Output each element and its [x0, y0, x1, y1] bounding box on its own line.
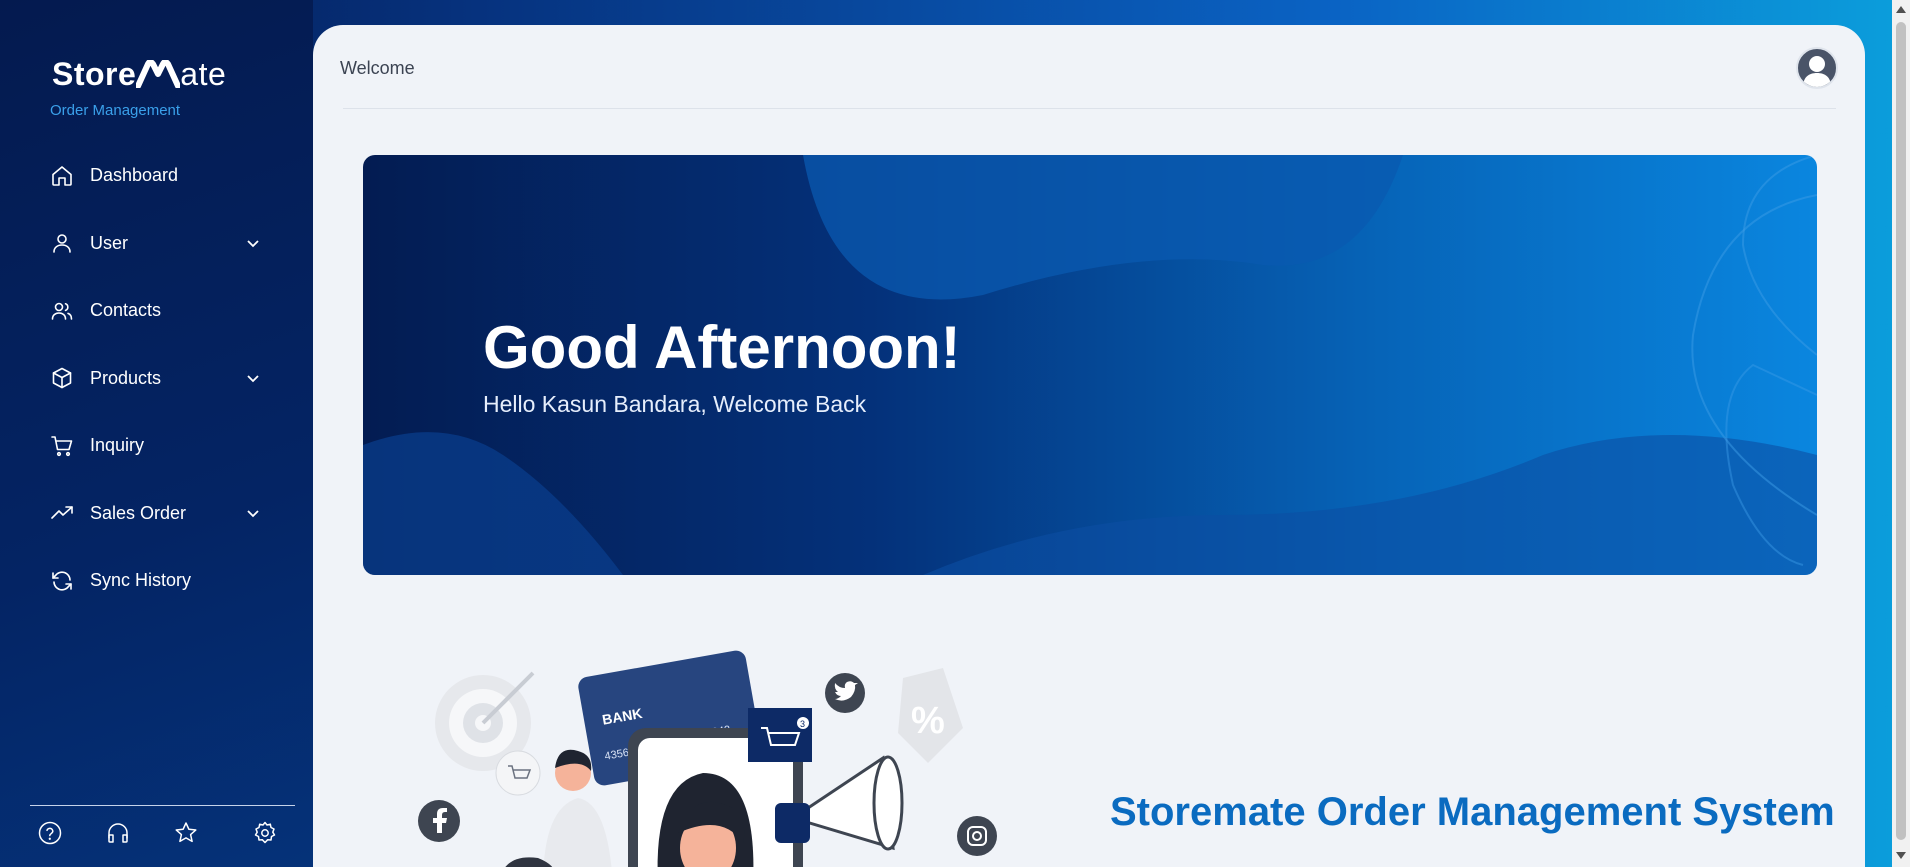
sidebar-item-label: User	[90, 232, 129, 253]
sidebar-item-user[interactable]: User	[0, 210, 313, 278]
app-logo[interactable]: Store ate	[52, 56, 226, 93]
small-cart-bubble-icon	[495, 750, 541, 796]
cart-icon	[50, 434, 74, 458]
scroll-up-arrow-icon[interactable]	[1896, 6, 1906, 13]
sidebar-item-label: Products	[90, 367, 162, 388]
chevron-down-icon[interactable]	[244, 504, 262, 522]
logo-text-bold: Store	[52, 56, 137, 92]
greeting-title: Good Afternoon!	[483, 314, 961, 381]
home-icon	[50, 164, 74, 188]
marketing-illustration: BANK 4356 1342 3 %	[418, 650, 997, 867]
help-icon[interactable]	[37, 820, 63, 846]
main-panel: Welcome Good Afternoon! Hello Kasun Band…	[313, 25, 1865, 867]
sidebar-bottom-toolbar	[0, 820, 313, 850]
percent-symbol: %	[911, 700, 945, 742]
sidebar-item-label: Sync History	[90, 570, 192, 591]
user-icon	[50, 231, 74, 255]
user-avatar-icon	[1803, 56, 1831, 87]
sidebar-item-label: Inquiry	[90, 435, 145, 456]
logo-m-icon	[135, 59, 182, 89]
sidebar-item-label: Contacts	[90, 300, 162, 321]
trending-up-icon	[50, 501, 74, 525]
sidebar-item-contacts[interactable]: Contacts	[0, 277, 313, 345]
users-icon	[50, 299, 74, 323]
sidebar-item-label: Sales Order	[90, 502, 187, 523]
page-title: Welcome	[340, 58, 415, 78]
sidebar-item-label: Dashboard	[90, 165, 179, 186]
headphones-icon[interactable]	[105, 820, 131, 846]
sidebar: Store ate Order Management Dashboard User…	[0, 0, 313, 867]
scroll-thumb[interactable]	[1896, 22, 1906, 840]
header-divider	[343, 108, 1836, 109]
cart-box-icon: 3	[748, 708, 812, 762]
chevron-down-icon[interactable]	[244, 234, 262, 252]
scroll-down-arrow-icon[interactable]	[1896, 852, 1906, 859]
settings-icon[interactable]	[252, 820, 278, 846]
sidebar-item-inquiry[interactable]: Inquiry	[0, 412, 313, 480]
star-icon[interactable]	[173, 820, 199, 846]
percent-tag-icon: %	[898, 668, 963, 763]
sidebar-item-dashboard[interactable]: Dashboard	[0, 142, 313, 210]
avatar[interactable]	[1796, 47, 1838, 89]
page-scrollbar[interactable]	[1892, 0, 1910, 867]
greeting-message: Hello Kasun Bandara, Welcome Back	[483, 391, 867, 417]
sidebar-item-sync-history[interactable]: Sync History	[0, 547, 313, 615]
twitter-icon	[825, 673, 865, 713]
logo-subtitle: Order Management	[50, 102, 181, 119]
system-title: Storemate Order Management System	[1110, 790, 1835, 834]
box-icon	[50, 366, 74, 390]
logo-text-light: ate	[180, 56, 227, 92]
sidebar-nav: Dashboard User Contacts Products Inquiry…	[0, 142, 313, 615]
instagram-icon	[957, 816, 997, 856]
chevron-down-icon[interactable]	[244, 369, 262, 387]
greeting-banner: Good Afternoon! Hello Kasun Bandara, Wel…	[363, 155, 1817, 575]
sidebar-divider	[30, 805, 295, 806]
refresh-icon	[50, 569, 74, 593]
cart-badge-count: 3	[800, 719, 805, 729]
sidebar-item-products[interactable]: Products	[0, 345, 313, 413]
sidebar-item-sales-order[interactable]: Sales Order	[0, 480, 313, 548]
facebook-icon	[418, 800, 460, 842]
